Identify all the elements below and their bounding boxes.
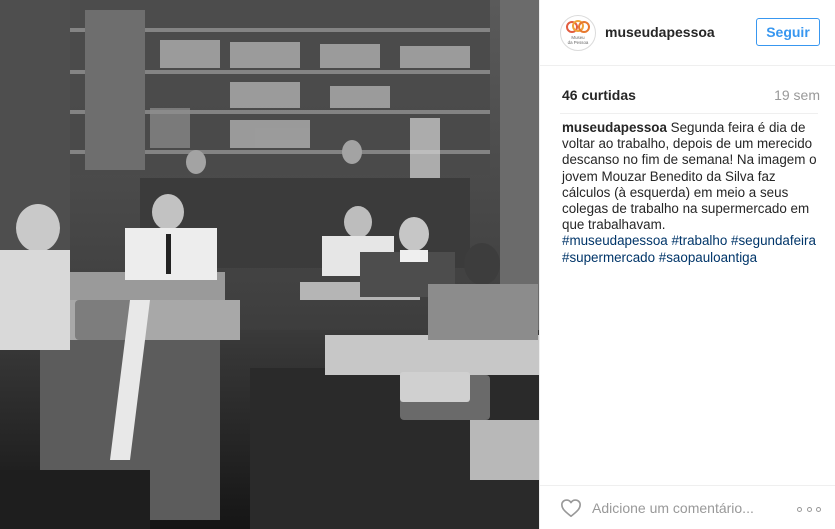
divider <box>560 113 818 114</box>
more-options-icon[interactable] <box>797 505 821 513</box>
follow-button[interactable]: Seguir <box>756 18 820 46</box>
avatar[interactable]: Museu da Pessoa <box>560 15 596 51</box>
hashtag-list: #museudapessoa #trabalho #segundafeira #… <box>562 233 820 265</box>
post-photo[interactable] <box>0 0 539 529</box>
svg-text:da Pessoa: da Pessoa <box>568 40 589 45</box>
hashtag-link[interactable]: #saopauloantiga <box>659 250 757 265</box>
hashtag-link[interactable]: #museudapessoa <box>562 233 668 248</box>
heart-icon[interactable] <box>560 497 582 519</box>
post-timestamp[interactable]: 19 sem <box>774 86 820 104</box>
museum-logo-icon: Museu da Pessoa <box>566 20 590 45</box>
post-caption: museudapessoa Segunda feira é dia de vol… <box>562 120 820 266</box>
comment-bar <box>540 485 835 529</box>
hashtag-link[interactable]: #trabalho <box>671 233 727 248</box>
likes-count[interactable]: 46 curtidas <box>562 86 636 104</box>
comment-input[interactable] <box>592 496 782 520</box>
office-photo-image <box>0 0 539 529</box>
caption-text: Segunda feira é dia de voltar ao trabalh… <box>562 120 817 233</box>
hashtag-link[interactable]: #supermercado <box>562 250 655 265</box>
likes-row: 46 curtidas 19 sem <box>560 86 820 104</box>
post-details-panel: Museu da Pessoa museudapessoa Seguir 46 … <box>539 0 835 529</box>
caption-username[interactable]: museudapessoa <box>562 120 667 135</box>
hashtag-link[interactable]: #segundafeira <box>731 233 816 248</box>
post-header: Museu da Pessoa museudapessoa Seguir <box>540 0 835 66</box>
post-username[interactable]: museudapessoa <box>605 24 715 40</box>
